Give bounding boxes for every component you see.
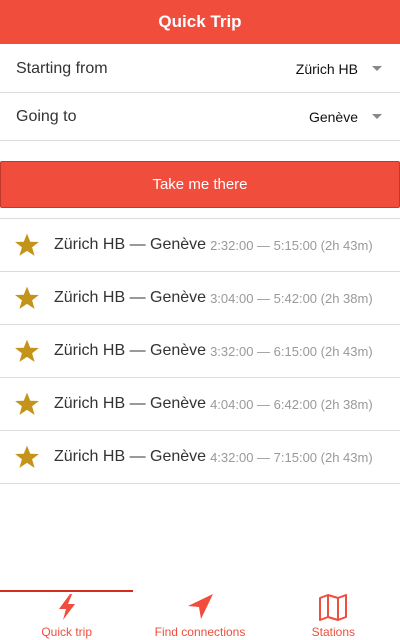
going-to-selector[interactable]: Going to Genève bbox=[0, 93, 400, 141]
tab-quick-trip[interactable]: Quick trip bbox=[0, 590, 134, 640]
tab-find-connections[interactable]: Find connections bbox=[133, 590, 266, 640]
trip-route: Zürich HB — Genève bbox=[54, 448, 207, 465]
trip-times: 2:32:00 — 5:15:00 (2h 43m) bbox=[210, 237, 373, 253]
take-me-there-button[interactable]: Take me there bbox=[0, 161, 400, 208]
list-item[interactable]: Zürich HB — Genève 2:32:00 — 5:15:00 (2h… bbox=[0, 219, 400, 272]
starting-from-label: Starting from bbox=[16, 59, 108, 77]
trip-route: Zürich HB — Genève bbox=[54, 236, 207, 253]
trip-times: 3:04:00 — 5:42:00 (2h 38m) bbox=[210, 290, 373, 306]
tab-label: Quick trip bbox=[41, 625, 92, 639]
going-to-value[interactable]: Genève bbox=[309, 109, 358, 125]
star-icon[interactable] bbox=[14, 285, 40, 311]
trip-times: 3:32:00 — 6:15:00 (2h 43m) bbox=[210, 343, 373, 359]
app-header: Quick Trip bbox=[0, 0, 400, 44]
chevron-down-icon[interactable] bbox=[372, 66, 382, 71]
list-item[interactable]: Zürich HB — Genève 4:32:00 — 7:15:00 (2h… bbox=[0, 431, 400, 484]
page-title: Quick Trip bbox=[158, 12, 242, 31]
list-item[interactable]: Zürich HB — Genève 3:04:00 — 5:42:00 (2h… bbox=[0, 272, 400, 325]
trip-times: 4:04:00 — 6:42:00 (2h 38m) bbox=[210, 396, 373, 412]
trip-route: Zürich HB — Genève bbox=[54, 395, 207, 412]
tab-label: Stations bbox=[311, 625, 355, 639]
navigation-arrow-icon bbox=[187, 594, 213, 619]
star-icon[interactable] bbox=[14, 338, 40, 364]
star-icon[interactable] bbox=[14, 444, 40, 470]
star-icon[interactable] bbox=[14, 232, 40, 258]
tab-stations[interactable]: Stations bbox=[267, 590, 400, 640]
list-item[interactable]: Zürich HB — Genève 3:32:00 — 6:15:00 (2h… bbox=[0, 325, 400, 378]
starting-from-selector[interactable]: Starting from Zürich HB bbox=[0, 45, 400, 93]
chevron-down-icon[interactable] bbox=[372, 114, 382, 119]
favorite-trips-list: Zürich HB — Genève 2:32:00 — 5:15:00 (2h… bbox=[0, 218, 400, 484]
lightning-icon bbox=[58, 594, 75, 620]
map-icon bbox=[319, 594, 348, 621]
trip-times: 4:32:00 — 7:15:00 (2h 43m) bbox=[210, 449, 373, 465]
tab-label: Find connections bbox=[154, 625, 246, 639]
starting-from-value[interactable]: Zürich HB bbox=[296, 61, 358, 77]
bottom-tab-bar: Quick trip Find connections Stations bbox=[0, 590, 400, 640]
star-icon[interactable] bbox=[14, 391, 40, 417]
trip-route: Zürich HB — Genève bbox=[54, 342, 207, 359]
trip-route: Zürich HB — Genève bbox=[54, 289, 207, 306]
list-item[interactable]: Zürich HB — Genève 4:04:00 — 6:42:00 (2h… bbox=[0, 378, 400, 431]
going-to-label: Going to bbox=[16, 107, 77, 125]
